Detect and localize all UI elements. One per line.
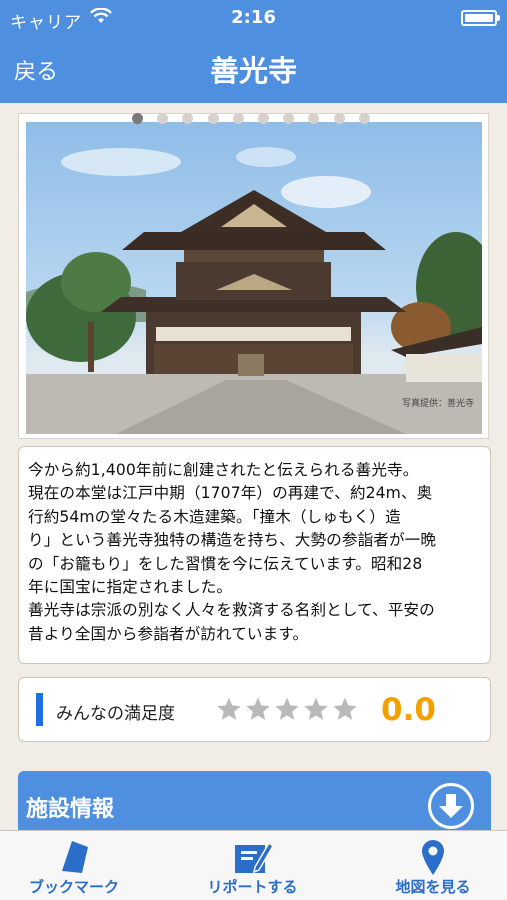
tab-map-label: 地図を見る	[395, 878, 471, 896]
page-dot[interactable]	[358, 113, 370, 124]
description-line: 昔より全国から参詣者が訪れています。	[28, 624, 309, 643]
description-line: の「お籠もり」をした習慣を今に伝えています。昭和28	[28, 554, 423, 573]
description-text: 今から約1,400年前に創建されたと伝えられる善光寺。 現在の本堂は江戸中期（17…	[28, 459, 484, 646]
status-bar: キャリア 2:16	[0, 0, 507, 36]
rating-label: みんなの満足度	[56, 704, 175, 724]
page-dot[interactable]	[207, 113, 219, 124]
navigation-bar: 戻る 善光寺	[0, 36, 507, 103]
rating-value: 0.0	[381, 692, 436, 728]
tab-report[interactable]: リポートする	[190, 831, 315, 900]
description-card: 今から約1,400年前に創建されたと伝えられる善光寺。 現在の本堂は江戸中期（17…	[18, 446, 491, 664]
description-line: 年に国宝に指定されました。	[28, 578, 233, 597]
page-title: 善光寺	[209, 54, 297, 88]
page-dot[interactable]	[132, 113, 143, 124]
bookmark-icon	[62, 841, 88, 873]
description-line: 善光寺は宗派の別なく人々を救済する名刹として、平安の	[28, 601, 435, 620]
photo-credit: 写真提供：善光寺	[402, 397, 474, 409]
battery-icon	[461, 10, 500, 26]
description-line: 今から約1,400年前に創建されたと伝えられる善光寺。	[28, 461, 419, 479]
star-icon	[275, 697, 299, 720]
star-icon	[246, 697, 270, 720]
star-icon	[304, 697, 328, 720]
page-dot[interactable]	[258, 113, 269, 124]
rating-accent-bar	[36, 693, 43, 726]
page-dot[interactable]	[333, 113, 345, 124]
expand-down-icon[interactable]	[428, 783, 474, 829]
facility-info-title: 施設情報	[26, 797, 115, 822]
map-pin-icon	[422, 840, 444, 875]
star-icon	[333, 697, 357, 720]
rating-card: みんなの満足度 0.0	[18, 677, 491, 742]
header: キャリア 2:16 戻る 善光寺	[0, 0, 507, 103]
tab-bookmark-label: ブックマーク	[28, 878, 119, 896]
description-line: り」という善光寺独特の構造を持ち、大勢の参詣者が一晩	[28, 531, 437, 550]
page-dot[interactable]	[232, 113, 244, 124]
tab-report-label: リポートする	[207, 878, 298, 896]
star-icon	[217, 697, 241, 720]
description-line: 行約54mの堂々たる木造建築。「撞木（しゅもく）造	[28, 507, 401, 526]
report-edit-icon	[234, 841, 274, 874]
description-line: 現在の本堂は江戸中期（1707年）の再建で、約24m、奥	[28, 484, 433, 503]
temple-photo: 写真提供：善光寺	[26, 122, 482, 434]
tab-bar: ブックマーク リポートする 地図を見る	[0, 830, 507, 900]
clock: 2:16	[231, 7, 276, 28]
tab-bookmark[interactable]: ブックマーク	[14, 831, 134, 900]
tab-map[interactable]: 地図を見る	[378, 831, 488, 900]
photo-carousel[interactable]: 写真提供：善光寺	[18, 113, 489, 439]
temple-illustration: 写真提供：善光寺	[26, 147, 482, 434]
